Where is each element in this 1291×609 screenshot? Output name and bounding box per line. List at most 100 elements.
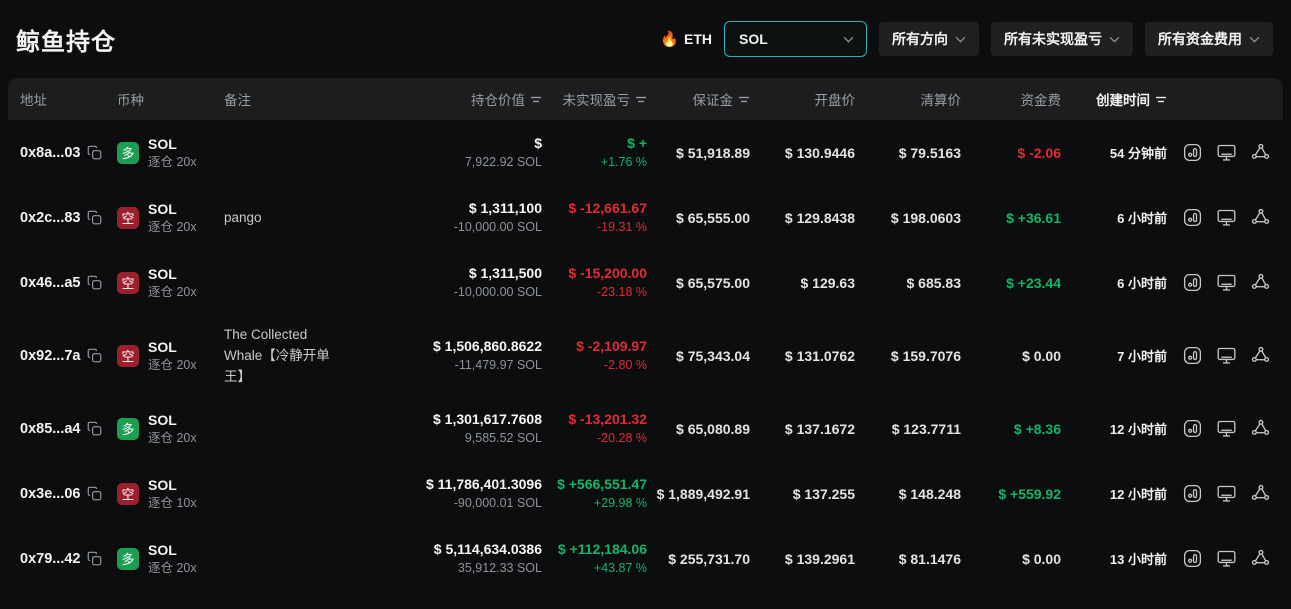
funding-filter-dropdown[interactable]: 所有资金费用 <box>1145 22 1273 56</box>
sort-icon <box>530 95 542 104</box>
position-value-cell: $ 11,786,401.3096 -90,000.01 SOL <box>352 475 542 513</box>
table-row[interactable]: 0x3e...06 空 SOL 逐仓 10x $ 11,786,401.3096… <box>8 461 1283 526</box>
table-row[interactable]: 0x92...7a 空 SOL 逐仓 20x The Collected Wha… <box>8 315 1283 396</box>
share-network-icon[interactable] <box>1250 483 1271 504</box>
address-link[interactable]: 0x79...42 <box>20 551 80 567</box>
direction-filter-dropdown[interactable]: 所有方向 <box>879 22 979 56</box>
unrealized-pnl-cell: $ + +1.76 % <box>542 134 647 172</box>
position-value-cell: $ 1,311,100 -10,000.00 SOL <box>352 199 542 237</box>
position-value-amount: 35,912.33 SOL <box>457 560 542 575</box>
table-row[interactable]: 0x85...a4 多 SOL 逐仓 20x $ 1,301,617.7608 … <box>8 396 1283 461</box>
column-header-note: 备注 <box>224 93 251 108</box>
analytics-chart-icon[interactable] <box>1182 272 1203 293</box>
copy-icon[interactable] <box>87 486 102 501</box>
liquidation-price-cell: $ 79.5163 <box>898 144 961 161</box>
copy-icon[interactable] <box>87 421 102 436</box>
share-network-icon[interactable] <box>1250 418 1271 439</box>
table-row[interactable]: 0x8a...03 多 SOL 逐仓 20x $ 7,922.92 SOL $ … <box>8 120 1283 185</box>
side-badge: 多 <box>117 547 139 570</box>
address-cell: 0x92...7a <box>20 348 117 364</box>
copy-icon[interactable] <box>87 275 102 290</box>
position-value-cell: $ 1,301,617.7608 9,585.52 SOL <box>352 410 542 448</box>
liquidation-price-cell: $ 159.7076 <box>890 347 961 364</box>
analytics-chart-icon[interactable] <box>1182 418 1203 439</box>
column-header-margin[interactable]: 保证金 <box>647 89 750 109</box>
unrealized-pnl-cell: $ +566,551.47 +29.98 % <box>542 475 647 513</box>
monitor-icon[interactable] <box>1216 418 1237 439</box>
unrealized-pnl-cell: $ -15,200.00 -23.18 % <box>542 264 647 302</box>
unrealized-pnl-cell: $ -12,661.67 -19.31 % <box>542 199 647 237</box>
monitor-icon[interactable] <box>1216 345 1237 366</box>
positions-table: 地址 币种 备注 持仓价值 未实现盈亏 保证金 开盘价 清算价 资金费 创建时间 <box>8 78 1283 591</box>
address-link[interactable]: 0x3e...06 <box>20 486 80 502</box>
coin-cell: 空 SOL 逐仓 20x <box>117 200 224 236</box>
table-row[interactable]: 0x2c...83 空 SOL 逐仓 20x pango $ 1,311,100… <box>8 185 1283 250</box>
coin-name: SOL <box>148 135 177 152</box>
pnl-percent: +29.98 % <box>593 495 647 510</box>
margin-mode-leverage: 逐仓 20x <box>148 560 197 575</box>
created-time-cell: 12 小时前 <box>1109 487 1167 502</box>
position-value-amount: -11,479.97 SOL <box>454 357 542 372</box>
address-cell: 0x8a...03 <box>20 145 117 161</box>
side-badge: 多 <box>117 141 139 164</box>
address-link[interactable]: 0x46...a5 <box>20 275 80 291</box>
copy-icon[interactable] <box>87 210 102 225</box>
share-network-icon[interactable] <box>1250 142 1271 163</box>
analytics-chart-icon[interactable] <box>1182 345 1203 366</box>
copy-icon[interactable] <box>87 551 102 566</box>
copy-icon[interactable] <box>87 348 102 363</box>
position-value-usd: $ 5,114,634.0386 <box>433 540 542 557</box>
created-time-cell: 12 小时前 <box>1109 422 1167 437</box>
address-link[interactable]: 0x8a...03 <box>20 145 80 161</box>
monitor-icon[interactable] <box>1216 207 1237 228</box>
position-value-usd: $ 1,311,500 <box>468 264 542 281</box>
margin-mode-leverage: 逐仓 20x <box>148 430 197 445</box>
monitor-icon[interactable] <box>1216 142 1237 163</box>
column-header-open-price: 开盘价 <box>814 93 856 108</box>
coin-filter-select[interactable]: SOL <box>724 21 867 57</box>
position-value-amount: 9,585.52 SOL <box>464 430 542 445</box>
share-network-icon[interactable] <box>1250 207 1271 228</box>
address-link[interactable]: 0x2c...83 <box>20 210 80 226</box>
copy-icon[interactable] <box>87 145 102 160</box>
share-network-icon[interactable] <box>1250 345 1271 366</box>
position-value-amount: 7,922.92 SOL <box>464 154 542 169</box>
row-actions <box>1167 207 1271 228</box>
side-badge: 多 <box>117 417 139 440</box>
open-price-cell: $ 129.63 <box>800 274 856 291</box>
position-value-amount: -90,000.01 SOL <box>453 495 542 510</box>
coin-name: SOL <box>148 200 177 217</box>
analytics-chart-icon[interactable] <box>1182 207 1203 228</box>
column-header-unrealized-pnl[interactable]: 未实现盈亏 <box>542 89 647 109</box>
position-value-cell: $ 1,311,500 -10,000.00 SOL <box>352 264 542 302</box>
row-actions <box>1167 483 1271 504</box>
margin-cell: $ 65,080.89 <box>676 420 750 437</box>
monitor-icon[interactable] <box>1216 483 1237 504</box>
monitor-icon[interactable] <box>1216 272 1237 293</box>
open-price-cell: $ 130.9446 <box>784 144 855 161</box>
sort-icon <box>1155 95 1167 104</box>
monitor-icon[interactable] <box>1216 548 1237 569</box>
column-header-created-time[interactable]: 创建时间 <box>1061 89 1167 109</box>
pnl-percent: -23.18 % <box>596 284 647 299</box>
pnl-percent: -20.28 % <box>596 430 647 445</box>
table-row[interactable]: 0x46...a5 空 SOL 逐仓 20x $ 1,311,500 -10,0… <box>8 250 1283 315</box>
analytics-chart-icon[interactable] <box>1182 483 1203 504</box>
pnl-filter-dropdown[interactable]: 所有未实现盈亏 <box>991 22 1133 56</box>
share-network-icon[interactable] <box>1250 548 1271 569</box>
position-value-usd: $ 11,786,401.3096 <box>425 475 542 492</box>
margin-mode-leverage: 逐仓 20x <box>148 357 197 372</box>
address-cell: 0x46...a5 <box>20 275 117 291</box>
column-header-position-value[interactable]: 持仓价值 <box>352 89 542 109</box>
funding-fee-cell: $ 0.00 <box>1022 550 1061 567</box>
fire-icon: 🔥 <box>660 31 679 48</box>
position-value-cell: $ 5,114,634.0386 35,912.33 SOL <box>352 540 542 578</box>
address-link[interactable]: 0x85...a4 <box>20 421 80 437</box>
hot-coin-link[interactable]: 🔥 ETH <box>660 30 712 48</box>
address-link[interactable]: 0x92...7a <box>20 348 80 364</box>
margin-mode-leverage: 逐仓 20x <box>148 154 197 169</box>
analytics-chart-icon[interactable] <box>1182 142 1203 163</box>
share-network-icon[interactable] <box>1250 272 1271 293</box>
analytics-chart-icon[interactable] <box>1182 548 1203 569</box>
table-row[interactable]: 0x79...42 多 SOL 逐仓 20x $ 5,114,634.0386 … <box>8 526 1283 591</box>
